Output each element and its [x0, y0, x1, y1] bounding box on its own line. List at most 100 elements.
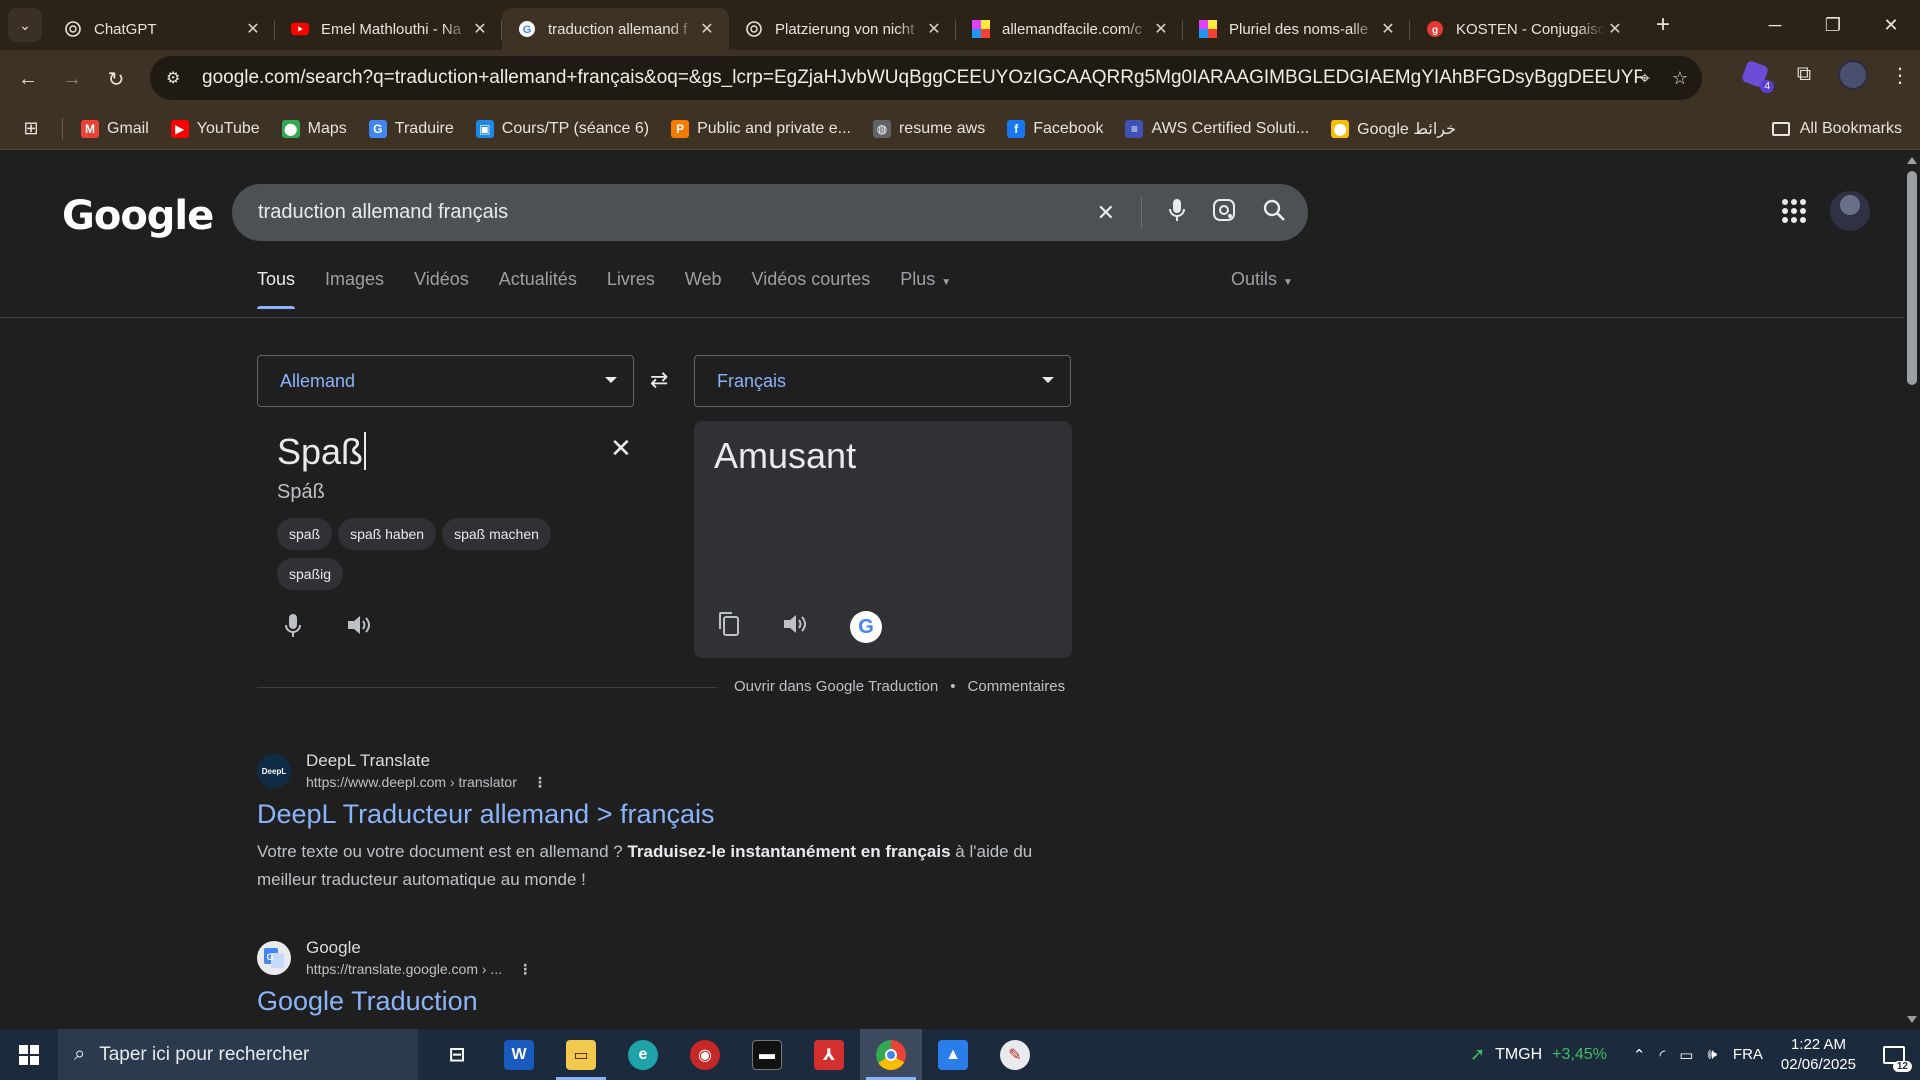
network-icon[interactable]: ◜	[1659, 1046, 1665, 1064]
google-logo[interactable]: Google	[62, 193, 214, 239]
copy-icon[interactable]	[718, 611, 740, 643]
browser-tab[interactable]: Platzierung von nicht ✕	[729, 8, 956, 50]
bookmark-item[interactable]: ▶ YouTube	[170, 119, 260, 139]
open-in-translate-link[interactable]: Ouvrir dans Google Traduction	[734, 678, 938, 695]
microphone-icon[interactable]	[284, 613, 302, 645]
tab-images[interactable]: Images	[325, 269, 384, 309]
search-icon[interactable]	[1262, 198, 1286, 228]
tab-actualites[interactable]: Actualités	[499, 269, 577, 309]
chevron-up-icon[interactable]: ⌃	[1633, 1046, 1646, 1064]
scroll-down-icon[interactable]	[1907, 1016, 1917, 1023]
close-tab-icon[interactable]: ✕	[243, 19, 263, 39]
search-input[interactable]: traduction allemand français	[258, 201, 508, 224]
battery-icon[interactable]: ▭	[1679, 1046, 1693, 1064]
result-title-link[interactable]: DeepL Traducteur allemand > français	[257, 799, 1077, 830]
url-text[interactable]: google.com/search?q=traduction+allemand+…	[202, 67, 1642, 89]
taskbar-search[interactable]: ⌕ Taper ici pour rechercher	[58, 1029, 418, 1080]
tab-livres[interactable]: Livres	[607, 269, 655, 309]
tab-web[interactable]: Web	[685, 269, 722, 309]
stock-widget[interactable]: ➚ TMGH +3,45%	[1470, 1044, 1607, 1065]
bookmark-item[interactable]: ◍ resume aws	[872, 119, 985, 139]
suggestion-chip[interactable]: spaß machen	[442, 518, 551, 550]
bookmark-star-icon[interactable]: ☆	[1672, 68, 1688, 89]
target-language-select[interactable]: Français	[694, 355, 1071, 407]
feedback-link[interactable]: Commentaires	[968, 678, 1066, 695]
taskbar-app-red[interactable]: ◉	[674, 1029, 736, 1080]
bookmark-item[interactable]: ⬤ Maps	[281, 119, 347, 139]
bookmark-item[interactable]: P Public and private e...	[671, 119, 851, 139]
bookmark-item[interactable]: G Traduire	[368, 119, 454, 139]
volume-icon[interactable]: 🕪	[1707, 1046, 1716, 1064]
speaker-icon[interactable]	[346, 613, 372, 645]
bookmark-item[interactable]: ▣ Cours/TP (séance 6)	[475, 119, 649, 139]
more-options-icon[interactable]: ⋮	[518, 961, 532, 977]
taskbar-acrobat[interactable]: ⅄	[798, 1029, 860, 1080]
taskbar-photos[interactable]: ▲	[922, 1029, 984, 1080]
browser-tab[interactable]: ChatGPT ✕	[48, 8, 275, 50]
browser-tab[interactable]: g KOSTEN - Conjugaisc ✕	[1410, 8, 1637, 50]
close-tab-icon[interactable]: ✕	[1378, 19, 1398, 39]
result-source[interactable]: DeepL DeepL Translate https://www.deepl.…	[257, 751, 1077, 791]
task-view-button[interactable]: ⊟	[426, 1029, 488, 1080]
bookmark-item[interactable]: ≡ AWS Certified Soluti...	[1125, 119, 1309, 139]
minimize-button[interactable]: ─	[1746, 0, 1804, 50]
profile-avatar[interactable]	[1838, 60, 1868, 90]
tab-videos[interactable]: Vidéos	[414, 269, 469, 309]
restore-button[interactable]: ❐	[1804, 0, 1862, 50]
result-source[interactable]: G Google https://translate.google.com › …	[257, 938, 532, 978]
tab-search-button[interactable]: ⌄	[8, 8, 42, 42]
reload-button[interactable]: ↻	[96, 59, 136, 99]
suggestion-chip[interactable]: spaß haben	[338, 518, 437, 550]
browser-menu-icon[interactable]: ⋮	[1890, 63, 1910, 88]
address-bar[interactable]: ⚙ google.com/search?q=traduction+alleman…	[150, 56, 1702, 100]
taskbar-app-paint[interactable]: ✎	[984, 1029, 1046, 1080]
close-tab-icon[interactable]: ✕	[924, 19, 944, 39]
taskbar-chrome[interactable]	[860, 1029, 922, 1080]
clock[interactable]: 1:22 AM 02/06/2025	[1781, 1035, 1856, 1075]
all-bookmarks-button[interactable]: All Bookmarks	[1771, 120, 1902, 138]
source-text-input[interactable]: Spaß	[277, 431, 367, 473]
more-options-icon[interactable]: ⋮	[533, 774, 547, 790]
taskbar-word[interactable]: W	[488, 1029, 550, 1080]
browser-tab[interactable]: allemandfacile.com/c ✕	[956, 8, 1183, 50]
suggestion-chip[interactable]: spaßig	[277, 558, 344, 590]
bookmark-item[interactable]: ⬤ Google خرائط	[1331, 119, 1456, 139]
google-lens-icon[interactable]	[1212, 198, 1236, 228]
forward-button[interactable]: →	[52, 59, 92, 99]
extension-button[interactable]: 4	[1740, 59, 1774, 93]
result-title-link[interactable]: Google Traduction	[257, 986, 532, 1017]
taskbar-file-explorer[interactable]: ▭	[550, 1029, 612, 1080]
back-button[interactable]: ←	[8, 59, 48, 99]
source-language-select[interactable]: Allemand	[257, 355, 634, 407]
bookmark-item[interactable]: f Facebook	[1007, 119, 1103, 139]
tab-videos-courtes[interactable]: Vidéos courtes	[752, 269, 871, 309]
close-tab-icon[interactable]: ✕	[1605, 19, 1625, 39]
browser-tab[interactable]: Pluriel des noms-alle ✕	[1183, 8, 1410, 50]
scroll-up-icon[interactable]	[1907, 157, 1917, 164]
close-window-button[interactable]: ✕	[1862, 0, 1920, 50]
input-language[interactable]: FRA	[1733, 1046, 1763, 1063]
scrollbar-thumb[interactable]	[1907, 171, 1917, 385]
speaker-icon[interactable]	[782, 612, 808, 642]
tab-tous[interactable]: Tous	[257, 269, 296, 309]
taskbar-edge[interactable]: e	[612, 1029, 674, 1080]
search-box[interactable]: traduction allemand français ✕	[232, 184, 1308, 241]
google-account-avatar[interactable]	[1830, 191, 1870, 231]
google-translate-icon[interactable]: G	[850, 611, 882, 643]
google-apps-icon[interactable]	[1782, 199, 1806, 223]
clear-search-icon[interactable]: ✕	[1097, 200, 1115, 226]
extensions-puzzle-icon[interactable]: ⧉	[1792, 63, 1816, 87]
tab-plus[interactable]: Plus ▼	[900, 269, 951, 309]
swap-languages-icon[interactable]: ⇄	[650, 367, 668, 393]
site-info-icon[interactable]: ⚙	[166, 68, 190, 88]
location-pin-icon[interactable]: ⌖	[1640, 68, 1650, 89]
page-scrollbar[interactable]	[1904, 151, 1920, 1029]
notifications-button[interactable]: 12	[1874, 1029, 1914, 1080]
close-tab-icon[interactable]: ✕	[697, 19, 717, 39]
taskbar-terminal[interactable]: ▬	[736, 1029, 798, 1080]
bookmark-item[interactable]: M Gmail	[81, 119, 149, 139]
close-tab-icon[interactable]: ✕	[1151, 19, 1171, 39]
start-button[interactable]	[0, 1029, 58, 1080]
browser-tab-active[interactable]: G traduction allemand f ✕	[502, 8, 729, 50]
apps-grid-icon[interactable]: ⊞	[0, 118, 62, 139]
